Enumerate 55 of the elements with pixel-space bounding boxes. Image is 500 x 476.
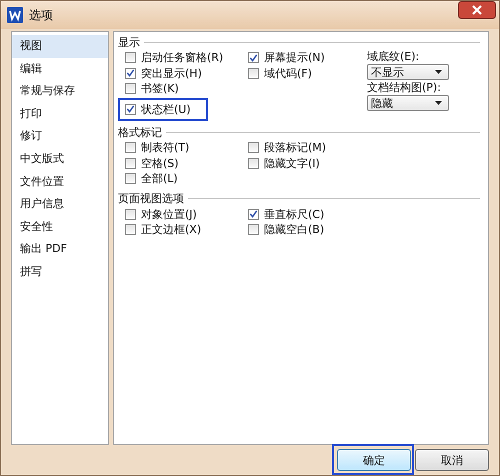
checkbox[interactable]	[125, 142, 136, 154]
checkbox[interactable]	[125, 52, 136, 64]
checkbox[interactable]	[248, 142, 259, 154]
checkbox[interactable]	[248, 158, 259, 169]
option-label: 正文边框(X)	[141, 222, 202, 238]
checkbox[interactable]	[125, 83, 136, 94]
checkbox[interactable]	[125, 68, 136, 79]
sidebar-item[interactable]: 打印	[12, 102, 108, 126]
checkbox[interactable]	[125, 173, 136, 184]
sidebar-item[interactable]: 视图	[12, 35, 108, 58]
checkbox[interactable]	[125, 158, 136, 169]
sidebar-item[interactable]: 中文版式	[12, 148, 108, 171]
window-title: 选项	[29, 6, 54, 24]
option-label: 制表符(T)	[141, 140, 190, 156]
option-label: 段落标记(M)	[264, 140, 326, 156]
dialog-button[interactable]: 取消	[415, 449, 489, 471]
checkbox[interactable]	[248, 52, 259, 64]
option-label: 对象位置(J)	[141, 206, 197, 222]
section-title: 页面视图选项	[118, 191, 184, 206]
option-label: 垂直标尺(C)	[264, 206, 324, 222]
sidebar-item[interactable]: 用户信息	[12, 193, 108, 216]
dropdown[interactable]: 隐藏	[367, 95, 449, 111]
checkbox[interactable]	[125, 224, 136, 236]
sidebar-item[interactable]: 输出 PDF	[12, 238, 108, 261]
app-icon	[7, 7, 23, 23]
option-label: 状态栏(U)	[141, 102, 191, 117]
section-title: 格式标记	[118, 124, 162, 140]
option-label: 突出显示(H)	[141, 66, 202, 81]
option-label: 隐藏文字(I)	[264, 156, 320, 171]
option-label: 启动任务窗格(R)	[141, 50, 224, 66]
option-label: 空格(S)	[141, 156, 179, 171]
option-label: 域代码(F)	[264, 66, 312, 81]
option-label: 全部(L)	[141, 171, 178, 186]
sidebar-item[interactable]: 安全性	[12, 216, 108, 238]
checkbox[interactable]	[248, 224, 259, 236]
option-label: 隐藏空白(B)	[264, 222, 324, 238]
option-label: 书签(K)	[141, 81, 179, 96]
checkbox[interactable]	[248, 208, 259, 220]
sidebar-item[interactable]: 拼写	[12, 260, 108, 284]
field-label: 域底纹(E):	[367, 50, 420, 64]
caret-icon	[435, 70, 442, 74]
sidebar-item[interactable]: 修订	[12, 125, 108, 148]
section-title: 显示	[118, 34, 140, 50]
dialog-button[interactable]: 确定	[337, 449, 411, 471]
checkbox[interactable]	[248, 68, 259, 79]
dropdown[interactable]: 不显示	[367, 64, 449, 80]
field-label: 文档结构图(P):	[367, 81, 442, 95]
checkbox[interactable]	[125, 208, 136, 220]
close-icon[interactable]	[458, 1, 496, 19]
checkbox[interactable]	[125, 104, 136, 115]
sidebar-item[interactable]: 编辑	[12, 58, 108, 80]
sidebar-item[interactable]: 文件位置	[12, 170, 108, 194]
caret-icon	[435, 101, 442, 105]
sidebar-item[interactable]: 常规与保存	[12, 80, 108, 103]
option-label: 屏幕提示(N)	[264, 50, 325, 66]
